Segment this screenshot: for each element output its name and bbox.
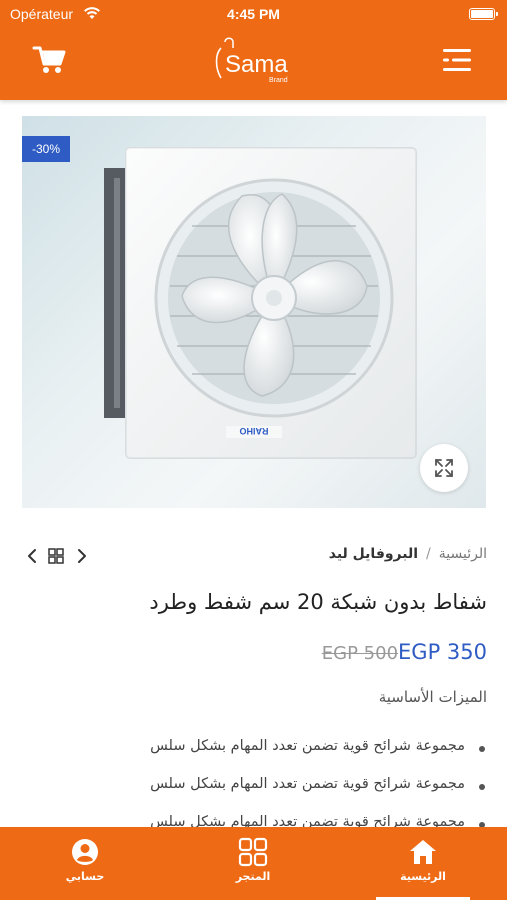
logo-mark: Sama Brand	[215, 37, 288, 84]
tab-home[interactable]: الرئيسية	[376, 827, 470, 900]
app-header: Opérateur 4:45 PM Sama Brand	[0, 0, 507, 100]
home-icon	[410, 840, 436, 864]
expand-icon	[435, 459, 453, 477]
list-item: مجموعة شرائح قوية تضمن تعدد المهام بشكل …	[17, 776, 487, 814]
breadcrumb-current[interactable]: البروفايل ليد	[329, 546, 418, 562]
current-price: EGP 350	[398, 640, 487, 664]
menu-button[interactable]	[441, 44, 473, 76]
original-price: EGP 500	[321, 643, 399, 664]
product-title: شفاط بدون شبكة 20 سم شفط وطرد	[149, 590, 487, 614]
fan-brand-label: RAIHO	[240, 426, 269, 436]
features-heading: الميزات الأساسية	[378, 688, 487, 706]
product-navigation	[24, 546, 90, 566]
sama-logo[interactable]: Sama Brand	[205, 34, 305, 86]
fan-illustration: RAIHO	[104, 147, 417, 459]
discount-badge: -30%	[22, 136, 70, 162]
logo-sub: Brand	[269, 77, 288, 84]
clock: 4:45 PM	[227, 6, 280, 22]
tab-account-label: حسابي	[65, 870, 105, 883]
chevron-right-icon[interactable]	[74, 546, 90, 566]
cart-button[interactable]	[32, 44, 68, 76]
status-bar: Opérateur 4:45 PM	[0, 5, 507, 25]
product-image[interactable]: -30% RAIHO	[22, 116, 486, 508]
battery-icon	[469, 8, 498, 20]
tab-home-label: الرئيسية	[400, 870, 446, 883]
list-item: مجموعة شرائح قوية تضمن تعدد المهام بشكل …	[17, 738, 487, 776]
bottom-tab-bar: حسابي المتجر الرئيسية	[0, 827, 507, 900]
cart-icon	[32, 46, 66, 73]
tab-store[interactable]: المتجر	[208, 827, 298, 900]
chevron-left-icon[interactable]	[24, 546, 40, 566]
zoom-button[interactable]	[420, 444, 468, 492]
grid-icon[interactable]	[48, 548, 64, 564]
price-row: EGP 500EGP 350	[312, 640, 487, 664]
tab-account[interactable]: حسابي	[40, 827, 130, 900]
user-icon	[72, 839, 98, 865]
tab-store-label: المتجر	[235, 870, 271, 883]
breadcrumb-home[interactable]: الرئيسية	[439, 546, 487, 562]
grid-icon	[238, 837, 268, 867]
breadcrumb-separator: /	[426, 546, 431, 562]
breadcrumb: الرئيسية / البروفايل ليد	[329, 546, 487, 562]
logo-text: Sama	[225, 51, 288, 78]
menu-icon	[443, 49, 471, 71]
